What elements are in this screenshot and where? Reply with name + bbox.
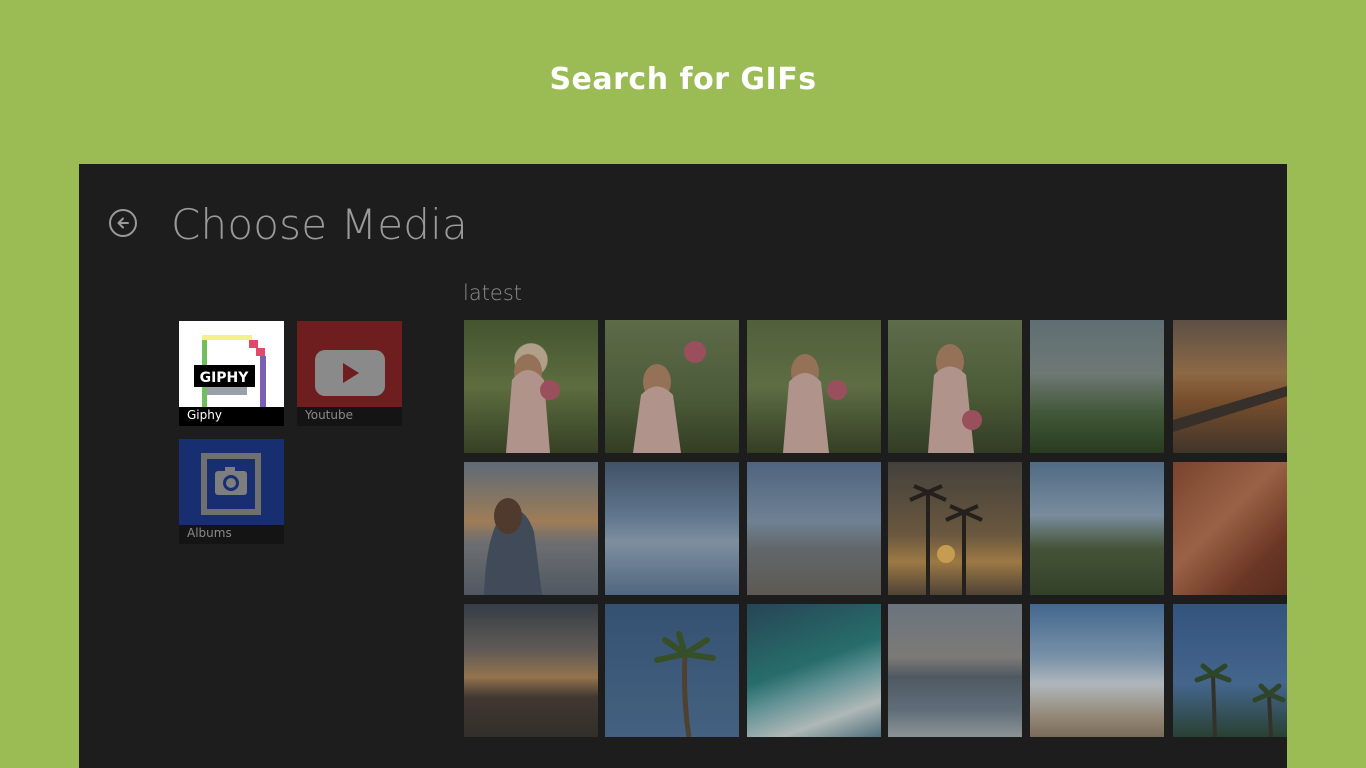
albums-tile-art — [179, 439, 284, 525]
app-window: Choose Media GIPHY Giphy Youtube Albums … — [79, 164, 1287, 768]
gallery-thumbnail-palms-blue[interactable] — [1173, 604, 1287, 737]
gallery-thumbnail-girl-flowers-4[interactable] — [888, 320, 1022, 453]
source-label-giphy: Giphy — [179, 407, 284, 426]
back-arrow-icon — [117, 217, 129, 229]
giphy-logo: GIPHY — [179, 321, 284, 407]
gallery-thumbnail-sunset-beach[interactable] — [464, 604, 598, 737]
gallery-thumbnail-ocean-horizon[interactable] — [888, 604, 1022, 737]
gallery-thumbnail-clouds-aerial[interactable] — [605, 462, 739, 595]
gallery-thumbnail-ocean-wave[interactable] — [747, 604, 881, 737]
gallery-thumbnail-girl-flowers[interactable] — [464, 320, 598, 453]
camera-icon — [201, 453, 261, 515]
youtube-tile-art — [297, 321, 402, 407]
promo-banner-title: Search for GIFs — [549, 62, 817, 97]
gallery-thumbnail-palm-sunset[interactable] — [888, 462, 1022, 595]
gallery-section-label: latest — [463, 281, 523, 305]
svg-text:GIPHY: GIPHY — [200, 370, 250, 386]
gallery-thumbnail-mountain-clouds[interactable] — [1030, 462, 1164, 595]
source-label-albums: Albums — [179, 525, 284, 544]
youtube-play-icon — [315, 350, 385, 396]
gallery-thumbnail-ship-deck-sunset[interactable] — [1173, 320, 1287, 453]
gallery-thumbnail-beach-people[interactable] — [747, 462, 881, 595]
back-button[interactable] — [109, 209, 137, 237]
source-tile-albums[interactable]: Albums — [179, 439, 284, 544]
source-tile-youtube[interactable]: Youtube — [297, 321, 402, 426]
gallery-thumbnail-palm-sky[interactable] — [605, 604, 739, 737]
page-title: Choose Media — [171, 200, 468, 249]
gallery-thumbnail-girl-flowers-3[interactable] — [747, 320, 881, 453]
source-label-youtube: Youtube — [297, 407, 402, 426]
gallery-thumbnail-hills-valley[interactable] — [1030, 320, 1164, 453]
source-tile-giphy[interactable]: GIPHY Giphy — [179, 321, 284, 426]
gallery-thumbnail-girl-flowers-2[interactable] — [605, 320, 739, 453]
gallery-thumbnail-canyon[interactable] — [1173, 462, 1287, 595]
gallery-thumbnail-girl-heart-sunset[interactable] — [464, 462, 598, 595]
gallery-thumbnail-clouds-desert[interactable] — [1030, 604, 1164, 737]
